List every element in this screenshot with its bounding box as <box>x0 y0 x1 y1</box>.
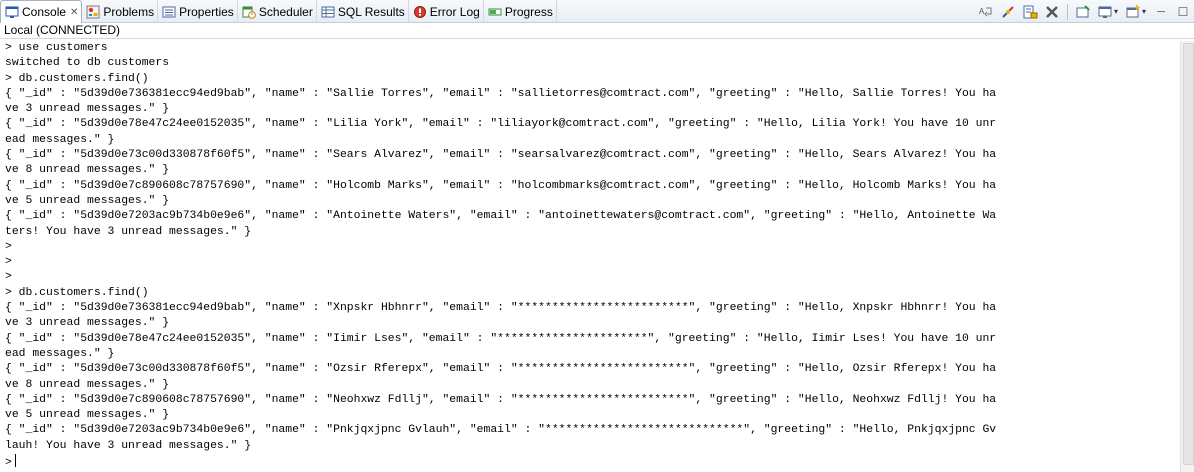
console-line: ve 5 unread messages." } <box>5 194 170 207</box>
console-icon <box>5 5 19 19</box>
tab-scheduler-label: Scheduler <box>258 4 313 19</box>
tab-scheduler[interactable]: Scheduler <box>238 0 317 23</box>
scheduler-icon <box>242 5 256 19</box>
console-line: switched to db customers <box>5 57 170 70</box>
tab-sql-results[interactable]: SQL Results <box>317 0 409 23</box>
console-line: ve 8 unread messages." } <box>5 378 170 391</box>
display-console-icon[interactable] <box>1096 3 1114 21</box>
console-line: > use customers <box>5 42 108 54</box>
console-output[interactable]: > use customers switched to db customers >… <box>0 41 1180 472</box>
tab-problems-label: Problems <box>103 4 155 19</box>
error-log-icon <box>413 5 427 19</box>
console-line: > <box>5 256 12 269</box>
tab-sql-results-label: SQL Results <box>337 4 405 19</box>
tab-problems[interactable]: Problems <box>82 0 159 23</box>
console-line: ve 3 unread messages." } <box>5 103 170 116</box>
chevron-down-icon[interactable]: ▾ <box>1114 7 1118 16</box>
vertical-scrollbar[interactable] <box>1180 41 1194 472</box>
chevron-down-icon[interactable]: ▾ <box>1142 7 1146 16</box>
tab-progress[interactable]: Progress <box>484 0 557 23</box>
console-line: { "_id" : "5d39d0e73c00d330878f60f5", "n… <box>5 149 997 162</box>
console-toolbar: A ▾ ▾ ─ ☐ <box>975 0 1194 23</box>
progress-icon <box>488 5 502 19</box>
console-line: { "_id" : "5d39d0e73c00d330878f60f5", "n… <box>5 363 997 376</box>
console-text-area[interactable]: > use customers switched to db customers >… <box>0 41 1180 469</box>
tab-error-log-label: Error Log <box>429 4 480 19</box>
scroll-lock-icon[interactable] <box>1021 3 1039 21</box>
svg-text:A: A <box>979 7 985 16</box>
console-line: { "_id" : "5d39d0e7203ac9b734b0e9e6", "n… <box>5 424 997 437</box>
pin-console-icon[interactable] <box>1074 3 1092 21</box>
toolbar-separator <box>1066 3 1068 20</box>
tab-progress-label: Progress <box>504 4 553 19</box>
console-line: ve 8 unread messages." } <box>5 164 170 177</box>
console-line: ters! You have 3 unread messages." } <box>5 225 252 238</box>
maximize-icon[interactable]: ☐ <box>1174 3 1192 21</box>
console-line: ve 5 unread messages." } <box>5 409 170 422</box>
console-line: ve 3 unread messages." } <box>5 317 170 330</box>
tab-console-label: Console <box>22 5 67 19</box>
minimize-icon[interactable]: ─ <box>1152 3 1170 21</box>
clear-console-icon[interactable] <box>1043 3 1061 21</box>
sql-results-icon <box>321 5 335 19</box>
tab-console[interactable]: Console ✕ <box>0 0 83 23</box>
console-line: > db.customers.find() <box>5 72 149 85</box>
console-line: > <box>5 240 12 253</box>
word-wrap-icon[interactable]: A <box>977 3 995 21</box>
console-line: { "_id" : "5d39d0e736381ecc94ed9bab", "n… <box>5 87 997 100</box>
tab-properties-label: Properties <box>179 4 234 19</box>
console-line: ead messages." } <box>5 133 115 146</box>
console-prompt: > <box>5 457 12 470</box>
problems-icon <box>86 5 100 19</box>
console-line: { "_id" : "5d39d0e7c890608c78757690", "n… <box>5 393 997 406</box>
new-console-icon[interactable] <box>1124 3 1142 21</box>
console-line: { "_id" : "5d39d0e78e47c24ee0152035", "n… <box>5 332 997 345</box>
view-tabs: Console ✕ Problems Properties Scheduler <box>0 0 557 23</box>
tab-properties[interactable]: Properties <box>158 0 238 23</box>
console-line: ead messages." } <box>5 347 115 360</box>
disconnect-icon[interactable] <box>999 3 1017 21</box>
text-cursor <box>14 454 16 468</box>
scrollbar-thumb[interactable] <box>1183 43 1194 465</box>
console-line: lauh! You have 3 unread messages." } <box>5 439 252 452</box>
close-icon[interactable]: ✕ <box>70 7 78 18</box>
console-line: > db.customers.find() <box>5 286 149 299</box>
console-line: > <box>5 271 12 284</box>
console-line: { "_id" : "5d39d0e736381ecc94ed9bab", "n… <box>5 302 997 315</box>
console-prompt-line[interactable]: > <box>5 454 1180 469</box>
properties-icon <box>162 5 176 19</box>
console-line: { "_id" : "5d39d0e78e47c24ee0152035", "n… <box>5 118 997 131</box>
console-view-tabbar: Console ✕ Problems Properties Scheduler <box>0 0 1194 23</box>
console-line: { "_id" : "5d39d0e7c890608c78757690", "n… <box>5 179 997 192</box>
tab-error-log[interactable]: Error Log <box>409 0 484 23</box>
console-line: { "_id" : "5d39d0e7203ac9b734b0e9e6", "n… <box>5 210 997 223</box>
connection-status: Local (CONNECTED) <box>0 23 1194 39</box>
